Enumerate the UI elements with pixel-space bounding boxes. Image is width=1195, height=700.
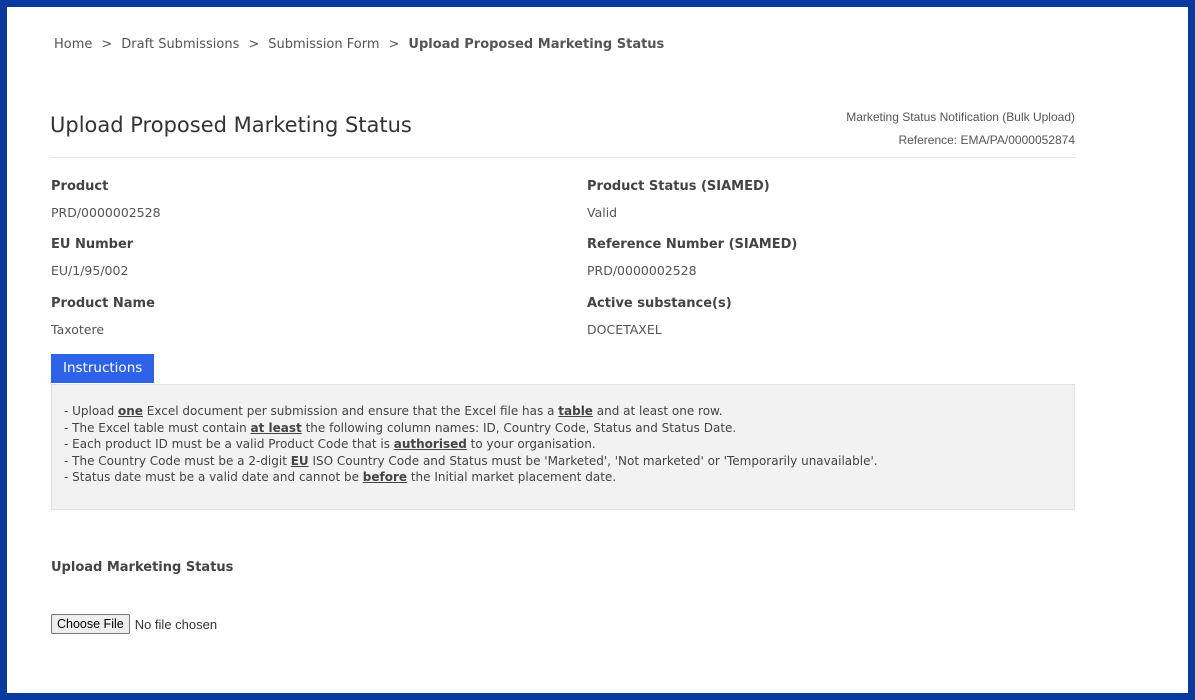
upload-marketing-status-label: Upload Marketing Status [51,560,234,575]
instruction-text: - Upload [64,404,119,418]
reference-number-label: Reference Number (SIAMED) [587,237,798,252]
eu-number-label: EU Number [51,237,134,252]
instruction-emphasis: authorised [393,437,467,451]
product-value: PRD/0000002528 [51,205,161,220]
instruction-emphasis: at least [250,420,302,435]
instruction-text: the following column names: ID, Country … [301,420,737,435]
instruction-text: Excel document per submission and ensure… [142,404,559,418]
instruction-emphasis: table [558,404,593,418]
breadcrumb-separator: > [248,37,260,52]
instruction-line: - Upload one Excel document per submissi… [64,403,1074,420]
file-status: No file chosen [134,616,218,632]
product-label: Product [51,179,109,194]
breadcrumb-separator: > [388,37,400,52]
breadcrumb-separator: > [101,37,113,52]
instruction-line: - The Country Code must be a 2-digit EU … [64,453,1074,470]
instructions-panel: - Upload one Excel document per submissi… [51,384,1075,510]
product-name-label: Product Name [51,296,155,311]
reference-text: Reference: EMA/PA/0000052874 [898,133,1075,147]
product-status-label: Product Status (SIAMED) [587,179,770,194]
page-title: Upload Proposed Marketing Status [50,113,412,137]
divider [50,157,1076,158]
instruction-line: - Each product ID must be a valid Produc… [64,436,1074,453]
instruction-text: - Status date must be a valid date and c… [64,470,363,484]
eu-number-value: EU/1/95/002 [51,263,129,278]
page-frame: Home > Draft Submissions > Submission Fo… [7,7,1188,693]
breadcrumb-current: Upload Proposed Marketing Status [408,37,665,52]
submission-meta: Marketing Status Notification (Bulk Uplo… [846,106,1075,152]
active-substance-value: DOCETAXEL [587,322,662,337]
instruction-text: - The Country Code must be a 2-digit [64,453,291,468]
instruction-text: and at least one row. [592,404,723,418]
file-upload: Choose File No file chosen [51,614,217,634]
instruction-emphasis: one [118,404,143,418]
instruction-text: - The Excel table must contain [64,420,251,435]
breadcrumb-home[interactable]: Home [54,37,92,52]
instruction-line: - Status date must be a valid date and c… [64,469,1074,486]
instruction-emphasis: EU [290,453,309,468]
reference-number-value: PRD/0000002528 [587,263,697,278]
instruction-text: the Initial market placement date. [407,470,617,484]
tab-instructions[interactable]: Instructions [51,354,155,383]
instruction-text: - Each product ID must be a valid Produc… [64,437,394,451]
breadcrumb: Home > Draft Submissions > Submission Fo… [54,37,664,52]
product-status-value: Valid [587,205,618,220]
instruction-line: - The Excel table must contain at least … [64,420,1074,437]
notification-type: Marketing Status Notification (Bulk Uplo… [846,110,1075,124]
breadcrumb-submission-form[interactable]: Submission Form [268,37,379,52]
choose-file-button[interactable]: Choose File [51,614,130,634]
product-name-value: Taxotere [51,322,105,337]
instruction-text: to your organisation. [466,437,596,451]
breadcrumb-draft-submissions[interactable]: Draft Submissions [121,37,239,52]
instruction-text: ISO Country Code and Status must be 'Mar… [308,453,878,468]
active-substance-label: Active substance(s) [587,296,732,311]
instruction-emphasis: before [362,470,408,484]
